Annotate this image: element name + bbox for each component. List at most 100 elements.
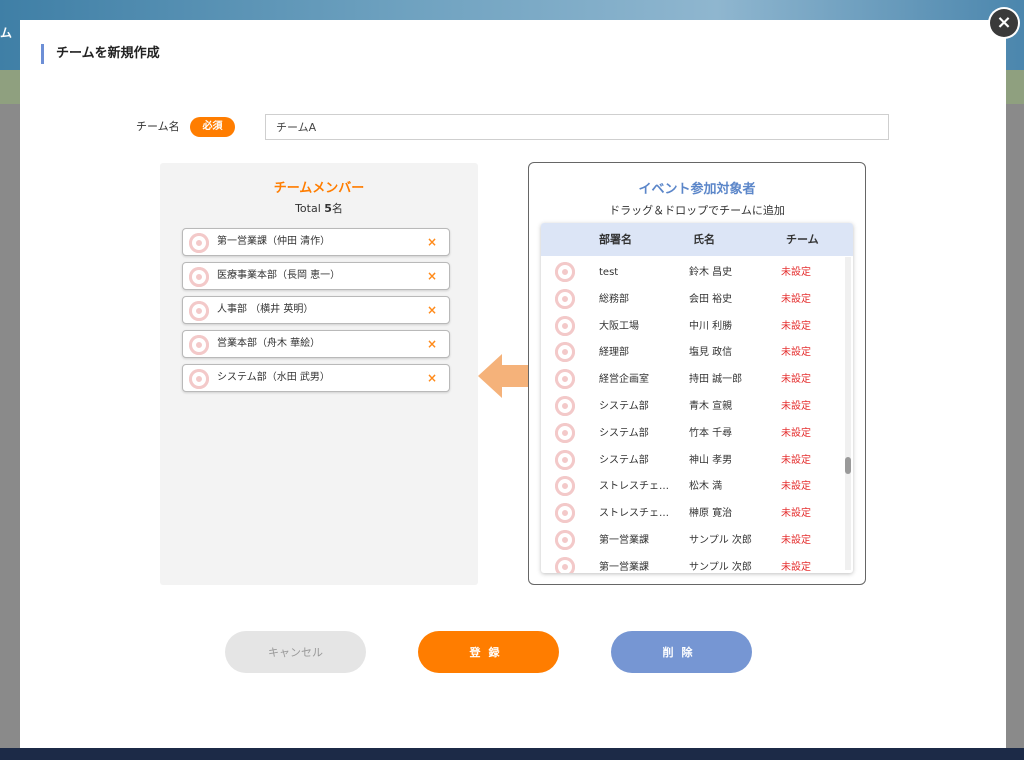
- cell-name: 榊原 寛治: [689, 508, 733, 520]
- cell-dept: 大阪工場: [599, 320, 639, 332]
- cell-team: 未設定: [781, 427, 811, 439]
- cell-team: 未設定: [781, 561, 811, 573]
- cell-team: 未設定: [781, 401, 811, 412]
- remove-member-icon[interactable]: ×: [427, 331, 437, 357]
- member-item[interactable]: 第一営業課（仲田 清作） ×: [182, 228, 450, 256]
- user-avatar-icon: [555, 556, 575, 573]
- remove-member-icon[interactable]: ×: [427, 297, 437, 323]
- cell-team: 未設定: [781, 320, 811, 332]
- member-label: 医療事業本部（長岡 恵一）: [217, 270, 341, 281]
- member-label: システム部（水田 武男）: [217, 372, 330, 383]
- user-avatar-icon: [555, 476, 575, 497]
- cell-team: 未設定: [781, 347, 811, 359]
- background-app-title: ム: [0, 26, 13, 40]
- cell-dept: test: [599, 267, 619, 278]
- member-label: 人事部 （横井 英明）: [217, 304, 314, 315]
- table-row[interactable]: システム部 青木 宣親 未設定: [541, 393, 845, 420]
- member-total: Total 5名: [295, 202, 343, 215]
- user-avatar-icon: [555, 342, 575, 363]
- background-footer: [0, 748, 1024, 760]
- table-scrollbar[interactable]: [845, 257, 851, 570]
- user-avatar-icon: [555, 315, 575, 336]
- cell-team: 未設定: [781, 374, 811, 386]
- table-row[interactable]: 経営企画室 持田 誠一郎 未設定: [541, 366, 845, 393]
- user-avatar-icon: [189, 301, 209, 321]
- cell-name: 会田 裕史: [689, 293, 733, 305]
- cell-team: 未設定: [781, 535, 811, 546]
- user-avatar-icon: [555, 449, 575, 470]
- team-name-label: チーム名: [136, 120, 180, 133]
- user-avatar-icon: [555, 369, 575, 390]
- delete-button[interactable]: 削除: [611, 631, 752, 673]
- cell-dept: システム部: [599, 454, 649, 466]
- cell-name: 松木 満: [689, 481, 723, 493]
- cell-name: サンプル 次郎: [689, 561, 752, 573]
- cell-name: 持田 誠一郎: [689, 374, 743, 386]
- arrow-left-icon: [478, 354, 530, 398]
- column-header-team: チーム: [786, 233, 819, 246]
- user-avatar-icon: [189, 233, 209, 253]
- cell-dept: 総務部: [599, 293, 629, 305]
- cell-team: 未設定: [781, 454, 811, 466]
- cell-dept: 第一営業課: [599, 535, 649, 546]
- user-avatar-icon: [555, 530, 575, 550]
- column-header-dept: 部署名: [599, 233, 632, 246]
- cell-team: 未設定: [781, 481, 811, 493]
- user-avatar-icon: [189, 369, 209, 389]
- table-row[interactable]: 第一営業課 サンプル 次郎 未設定: [541, 554, 845, 573]
- cell-team: 未設定: [781, 267, 811, 278]
- dialog-title: チームを新規作成: [41, 44, 160, 64]
- cell-dept: システム部: [599, 401, 649, 412]
- cell-name: 塩見 政信: [689, 347, 733, 359]
- table-row[interactable]: システム部 竹本 千尋 未設定: [541, 420, 845, 447]
- user-avatar-icon: [555, 396, 575, 416]
- user-avatar-icon: [555, 288, 575, 309]
- cell-team: 未設定: [781, 293, 811, 305]
- user-avatar-icon: [555, 503, 575, 524]
- cell-dept: 第一営業課: [599, 561, 649, 573]
- register-button[interactable]: 登録: [418, 631, 559, 673]
- remove-member-icon[interactable]: ×: [427, 229, 437, 255]
- table-scrollbar-thumb[interactable]: [845, 457, 851, 474]
- user-avatar-icon: [555, 422, 575, 443]
- remove-member-icon[interactable]: ×: [427, 365, 437, 391]
- table-row[interactable]: ストレスチェ… 榊原 寛治 未設定: [541, 500, 845, 527]
- participants-table: 部署名 氏名 チーム test 鈴木 昌史 未設定 総務部 会田 裕史 未設定 大阪工場 中川…: [541, 223, 853, 573]
- table-row[interactable]: test 鈴木 昌史 未設定: [541, 259, 845, 286]
- cell-dept: システム部: [599, 427, 649, 439]
- member-label: 第一営業課（仲田 清作）: [217, 236, 331, 247]
- drag-drop-hint: ドラッグ＆ドロップでチームに追加: [609, 204, 785, 217]
- cancel-button[interactable]: キャンセル: [225, 631, 366, 673]
- user-avatar-icon: [189, 335, 209, 355]
- table-row[interactable]: 第一営業課 サンプル 次郎 未設定: [541, 527, 845, 554]
- table-row[interactable]: 経理部 塩見 政信 未設定: [541, 339, 845, 366]
- cell-dept: ストレスチェ…: [599, 481, 669, 493]
- cell-name: 神山 孝男: [689, 454, 733, 466]
- required-badge: 必須: [190, 117, 235, 137]
- cell-name: 中川 利勝: [689, 320, 733, 332]
- member-item[interactable]: 営業本部（舟木 華絵） ×: [182, 330, 450, 358]
- table-header: 部署名 氏名 チーム: [541, 223, 853, 256]
- user-avatar-icon: [189, 267, 209, 287]
- cell-name: サンプル 次郎: [689, 535, 752, 546]
- cell-dept: 経営企画室: [599, 374, 649, 386]
- remove-member-icon[interactable]: ×: [427, 263, 437, 289]
- event-participants-title: イベント参加対象者: [638, 182, 756, 197]
- team-members-title: チームメンバー: [273, 181, 365, 196]
- user-avatar-icon: [555, 262, 575, 282]
- cell-dept: ストレスチェ…: [599, 508, 669, 520]
- table-row[interactable]: 大阪工場 中川 利勝 未設定: [541, 313, 845, 340]
- table-row[interactable]: ストレスチェ… 松木 満 未設定: [541, 473, 845, 500]
- table-row[interactable]: システム部 神山 孝男 未設定: [541, 447, 845, 474]
- team-name-input[interactable]: [265, 114, 889, 140]
- member-label: 営業本部（舟木 華絵）: [217, 338, 321, 349]
- close-dialog-button[interactable]: ×: [990, 9, 1018, 37]
- cell-name: 青木 宣親: [689, 401, 733, 412]
- cell-name: 竹本 千尋: [689, 427, 733, 439]
- column-header-name: 氏名: [693, 233, 715, 246]
- member-item[interactable]: 人事部 （横井 英明） ×: [182, 296, 450, 324]
- cell-name: 鈴木 昌史: [689, 267, 733, 278]
- table-row[interactable]: 総務部 会田 裕史 未設定: [541, 286, 845, 313]
- member-item[interactable]: 医療事業本部（長岡 恵一） ×: [182, 262, 450, 290]
- member-item[interactable]: システム部（水田 武男） ×: [182, 364, 450, 392]
